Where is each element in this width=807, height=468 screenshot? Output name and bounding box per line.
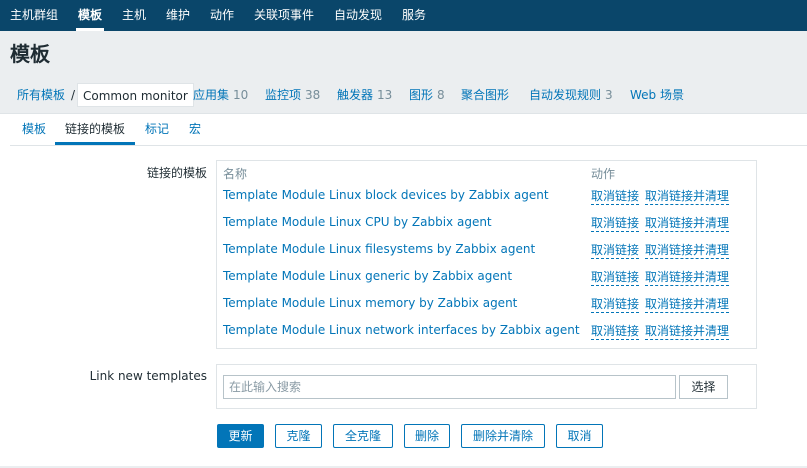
linked-template-link[interactable]: Template Module Linux block devices by Z… [223,182,549,209]
unlink-link[interactable]: 取消链接 [591,323,640,340]
select-button[interactable]: 选择 [679,375,728,399]
full-clone-button[interactable]: 全克隆 [333,424,393,448]
breadcrumb-all-templates[interactable]: 所有模板 [17,83,65,107]
page-title: 模板 [10,42,50,66]
table-row: Template Module Linux memory by Zabbix a… [217,290,756,317]
linked-templates-table: 名称 动作 Template Module Linux block device… [216,160,757,349]
nav-item-discovery[interactable]: 自动发现 [334,0,382,31]
linked-templates-label: 链接的模板 [146,166,207,180]
form-panel: 模板 链接的模板 标记 宏 链接的模板 名称 动作 Template Modul… [0,113,807,466]
delete-button[interactable]: 删除 [404,424,450,448]
table-row: Template Module Linux CPU by Zabbix agen… [217,209,756,236]
tab-divider [10,145,807,146]
unlink-link[interactable]: 取消链接 [591,215,640,232]
delete-and-clear-button[interactable]: 删除并清除 [461,424,545,448]
breadcrumb-link-items[interactable]: 监控项 38 [265,83,320,107]
linked-template-link[interactable]: Template Module Linux CPU by Zabbix agen… [223,209,492,236]
nav-item-templates[interactable]: 模板 [75,0,105,31]
breadcrumb-link-web-scenarios[interactable]: Web 场景 [630,83,684,107]
linked-template-link[interactable]: Template Module Linux filesystems by Zab… [223,236,535,263]
unlink-link[interactable]: 取消链接 [591,188,640,205]
nav-item-actions[interactable]: 动作 [210,0,234,31]
breadcrumb-link-label: 触发器 [337,88,374,102]
breadcrumb-link-count: 8 [437,88,445,102]
tab-macros[interactable]: 宏 [189,120,201,144]
unlink-link[interactable]: 取消链接 [591,296,640,313]
nav-item-maintenance[interactable]: 维护 [166,0,190,31]
unlink-and-clear-link[interactable]: 取消链接并清理 [645,242,730,259]
table-row: Template Module Linux filesystems by Zab… [217,236,756,263]
breadcrumb-separator: / [71,88,76,102]
linked-template-link[interactable]: Template Module Linux memory by Zabbix a… [223,290,517,317]
unlink-and-clear-link[interactable]: 取消链接并清理 [645,296,730,313]
nav-item-host-groups[interactable]: 主机群组 [10,0,58,31]
breadcrumb-link-graphs[interactable]: 图形 8 [409,83,445,107]
breadcrumb-link-triggers[interactable]: 触发器 13 [337,83,392,107]
breadcrumb-link-discovery-rules[interactable]: 自动发现规则 3 [529,83,613,107]
breadcrumb-link-count: 38 [305,88,321,102]
unlink-and-clear-link[interactable]: 取消链接并清理 [645,269,730,286]
column-header-action: 动作 [591,167,616,181]
tab-templates[interactable]: 模板 [22,120,46,144]
unlink-and-clear-link[interactable]: 取消链接并清理 [645,323,730,340]
update-button[interactable]: 更新 [217,424,264,448]
tab-tags[interactable]: 标记 [145,120,169,144]
cancel-button[interactable]: 取消 [556,424,603,448]
nav-item-event-correlation[interactable]: 关联项事件 [254,0,314,31]
breadcrumb-current-template[interactable]: Common monitor [77,83,194,107]
breadcrumb-link-applications[interactable]: 应用集 10 [193,83,248,107]
table-row: Template Module Linux network interfaces… [217,317,756,344]
unlink-link[interactable]: 取消链接 [591,269,640,286]
column-header-name: 名称 [223,167,248,181]
breadcrumb-link-label: 自动发现规则 [529,88,602,102]
link-new-templates-box: 选择 [216,364,757,409]
unlink-and-clear-link[interactable]: 取消链接并清理 [645,215,730,232]
link-new-templates-label: Link new templates [89,369,207,383]
unlink-link[interactable]: 取消链接 [591,242,640,259]
nav-item-hosts[interactable]: 主机 [122,0,146,31]
breadcrumb-link-label: 监控项 [265,88,302,102]
template-search-input[interactable] [223,375,676,399]
top-navigation-bar: 主机群组 模板 主机 维护 动作 关联项事件 自动发现 服务 [0,0,807,31]
linked-template-link[interactable]: Template Module Linux network interfaces… [223,317,580,344]
table-row: Template Module Linux generic by Zabbix … [217,263,756,290]
clone-button[interactable]: 克隆 [275,424,322,448]
breadcrumb-link-count: 10 [233,88,249,102]
breadcrumb-link-count: 13 [377,88,393,102]
tab-linked-templates[interactable]: 链接的模板 [65,120,125,144]
breadcrumb-link-screens[interactable]: 聚合图形 [461,83,509,107]
breadcrumb-link-label: 应用集 [193,88,230,102]
table-row: Template Module Linux block devices by Z… [217,182,756,209]
breadcrumb-link-count: 3 [605,88,613,102]
linked-template-link[interactable]: Template Module Linux generic by Zabbix … [223,263,512,290]
nav-item-services[interactable]: 服务 [402,0,426,31]
unlink-and-clear-link[interactable]: 取消链接并清理 [645,188,730,205]
breadcrumb-link-label: 图形 [409,88,434,102]
